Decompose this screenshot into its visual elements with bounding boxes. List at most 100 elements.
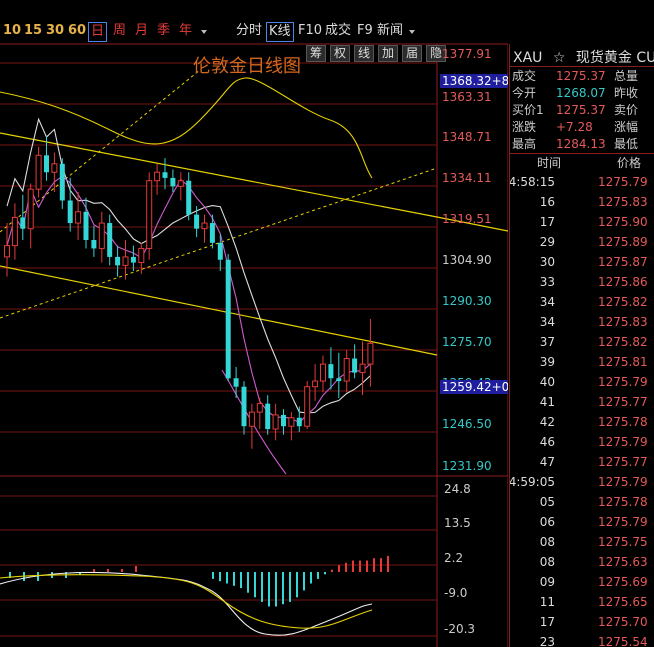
star-icon[interactable]: ☆ xyxy=(553,50,566,66)
candle-body-up xyxy=(320,363,326,382)
candle-body-down xyxy=(336,378,342,382)
dea-line xyxy=(0,574,373,629)
tick-row: 09 1275.69 xyxy=(510,572,654,592)
price-axis-label: 1363.31 xyxy=(442,90,492,104)
candle-body-up xyxy=(146,180,153,249)
tick-price: 1275.86 xyxy=(598,275,648,289)
candle-body-up xyxy=(359,363,366,374)
candle-body-down xyxy=(67,200,73,224)
quote-row: 涨跌 +7.28 涨幅 xyxy=(512,119,638,135)
candle-body-up xyxy=(177,180,184,187)
tick-price: 1275.79 xyxy=(598,175,648,189)
tick-time: 42 xyxy=(539,415,555,429)
quote-row: 买价1 1275.37 卖价 xyxy=(512,102,638,118)
candle-body-up xyxy=(4,245,10,258)
indicator-axis-label: -20.3 xyxy=(444,622,476,636)
candle-body-up xyxy=(98,222,105,249)
tick-price: 1275.79 xyxy=(598,375,648,389)
quote-label-secondary: 涨幅 xyxy=(614,120,639,134)
upper-band-line xyxy=(0,77,373,179)
tick-time: 05 xyxy=(539,495,555,509)
tick-time: 47 xyxy=(539,455,555,469)
quote-label: 今开 xyxy=(512,86,537,100)
tick-time: 06 xyxy=(539,515,555,529)
candlesticks xyxy=(4,135,374,449)
tick-row: 42 1275.78 xyxy=(510,412,654,432)
candle-body-up xyxy=(35,154,42,190)
tick-row: 11 1275.65 xyxy=(510,592,654,612)
tick-time: 30 xyxy=(539,255,555,269)
candle-body-down xyxy=(83,211,89,240)
quote-value: 1284.13 xyxy=(556,137,606,151)
quote-value: 1275.37 xyxy=(556,69,606,83)
indicator-axis-label: 2.2 xyxy=(444,551,464,565)
chip-button[interactable]: 筹 xyxy=(306,45,326,62)
candle-body-down xyxy=(265,403,271,430)
tick-time: 34 xyxy=(539,295,555,309)
quote-row: 成交 1275.37 总量 xyxy=(512,68,638,84)
chart-grid xyxy=(0,43,508,647)
tick-price: 1275.79 xyxy=(598,435,648,449)
candle-body-up xyxy=(27,188,34,230)
tick-time: 09 xyxy=(539,575,555,589)
quote-value: 1268.07 xyxy=(556,86,606,100)
tick-row: 37 1275.82 xyxy=(510,332,654,352)
candle-body-up xyxy=(256,403,263,413)
kline-chart[interactable] xyxy=(0,0,508,647)
tick-price: 1275.87 xyxy=(598,255,648,269)
tick-price: 1275.65 xyxy=(598,595,648,609)
period-button[interactable]: 届 xyxy=(402,45,422,62)
candle-body-down xyxy=(217,242,223,260)
indicator-axis-label: -9.0 xyxy=(444,586,468,600)
candle-body-up xyxy=(51,163,58,173)
tick-time: 33 xyxy=(539,275,555,289)
candle-body-down xyxy=(352,358,358,373)
tick-price: 1275.63 xyxy=(598,555,648,569)
price-axis-label: 1231.90 xyxy=(442,459,492,473)
quote-value: 1275.37 xyxy=(556,103,606,117)
candle-body-up xyxy=(304,386,311,427)
support-trend-line xyxy=(0,265,438,356)
tick-price: 1275.69 xyxy=(598,575,648,589)
tick-time: 04:59:05 xyxy=(509,475,555,489)
ticks-header: 时间 价格 xyxy=(510,154,654,172)
tick-row: 17 1275.70 xyxy=(510,612,654,632)
tick-row: 41 1275.77 xyxy=(510,392,654,412)
tick-price: 1275.90 xyxy=(598,215,648,229)
tick-price: 1275.70 xyxy=(598,615,648,629)
candle-body-up xyxy=(367,342,374,365)
candle-body-up xyxy=(201,222,208,230)
quote-panel: XAU ☆ 现货黄金 CU 成交 1275.37 总量 今开 1268.07 昨收 买价1 1… xyxy=(509,44,654,647)
add-button[interactable]: 加 xyxy=(378,45,398,62)
chart-title: 伦敦金日线图 xyxy=(193,56,301,77)
quote-label-secondary: 总量 xyxy=(614,69,639,83)
quote-label-secondary: 最低 xyxy=(614,137,639,151)
candle-body-up xyxy=(75,211,82,224)
price-highlight-current: 1259.42+0.2 xyxy=(440,380,508,394)
price-axis-label: 1304.90 xyxy=(442,253,492,267)
quote-label-secondary: 昨收 xyxy=(614,86,639,100)
quote-label: 最高 xyxy=(512,137,537,151)
chart-tool-buttons: 筹 权 线 加 届 隐 xyxy=(306,45,450,62)
tick-price: 1275.54 xyxy=(598,635,648,647)
rights-button[interactable]: 权 xyxy=(330,45,350,62)
candle-body-down xyxy=(130,256,136,263)
candle-body-down xyxy=(170,177,176,187)
candle-body-up xyxy=(272,414,279,430)
tick-price: 1275.79 xyxy=(598,515,648,529)
candle-body-down xyxy=(20,217,26,229)
tick-time: 08 xyxy=(539,555,555,569)
candle-body-up xyxy=(312,380,319,388)
candle-body-down xyxy=(328,364,334,379)
candle-body-down xyxy=(241,386,247,427)
candle-body-down xyxy=(44,155,49,173)
quote-row: 今开 1268.07 昨收 xyxy=(512,85,638,101)
ticks-time-header: 时间 xyxy=(537,156,562,170)
price-axis-label: 1290.30 xyxy=(442,294,492,308)
candle-body-up xyxy=(343,357,350,382)
indicator-axis-label: 13.5 xyxy=(444,516,471,530)
draw-line-button[interactable]: 线 xyxy=(354,45,374,62)
tick-row: 30 1275.87 xyxy=(510,252,654,272)
candle-body-up xyxy=(11,216,18,247)
price-highlight-top: 1368.32+8.4 xyxy=(440,74,508,88)
